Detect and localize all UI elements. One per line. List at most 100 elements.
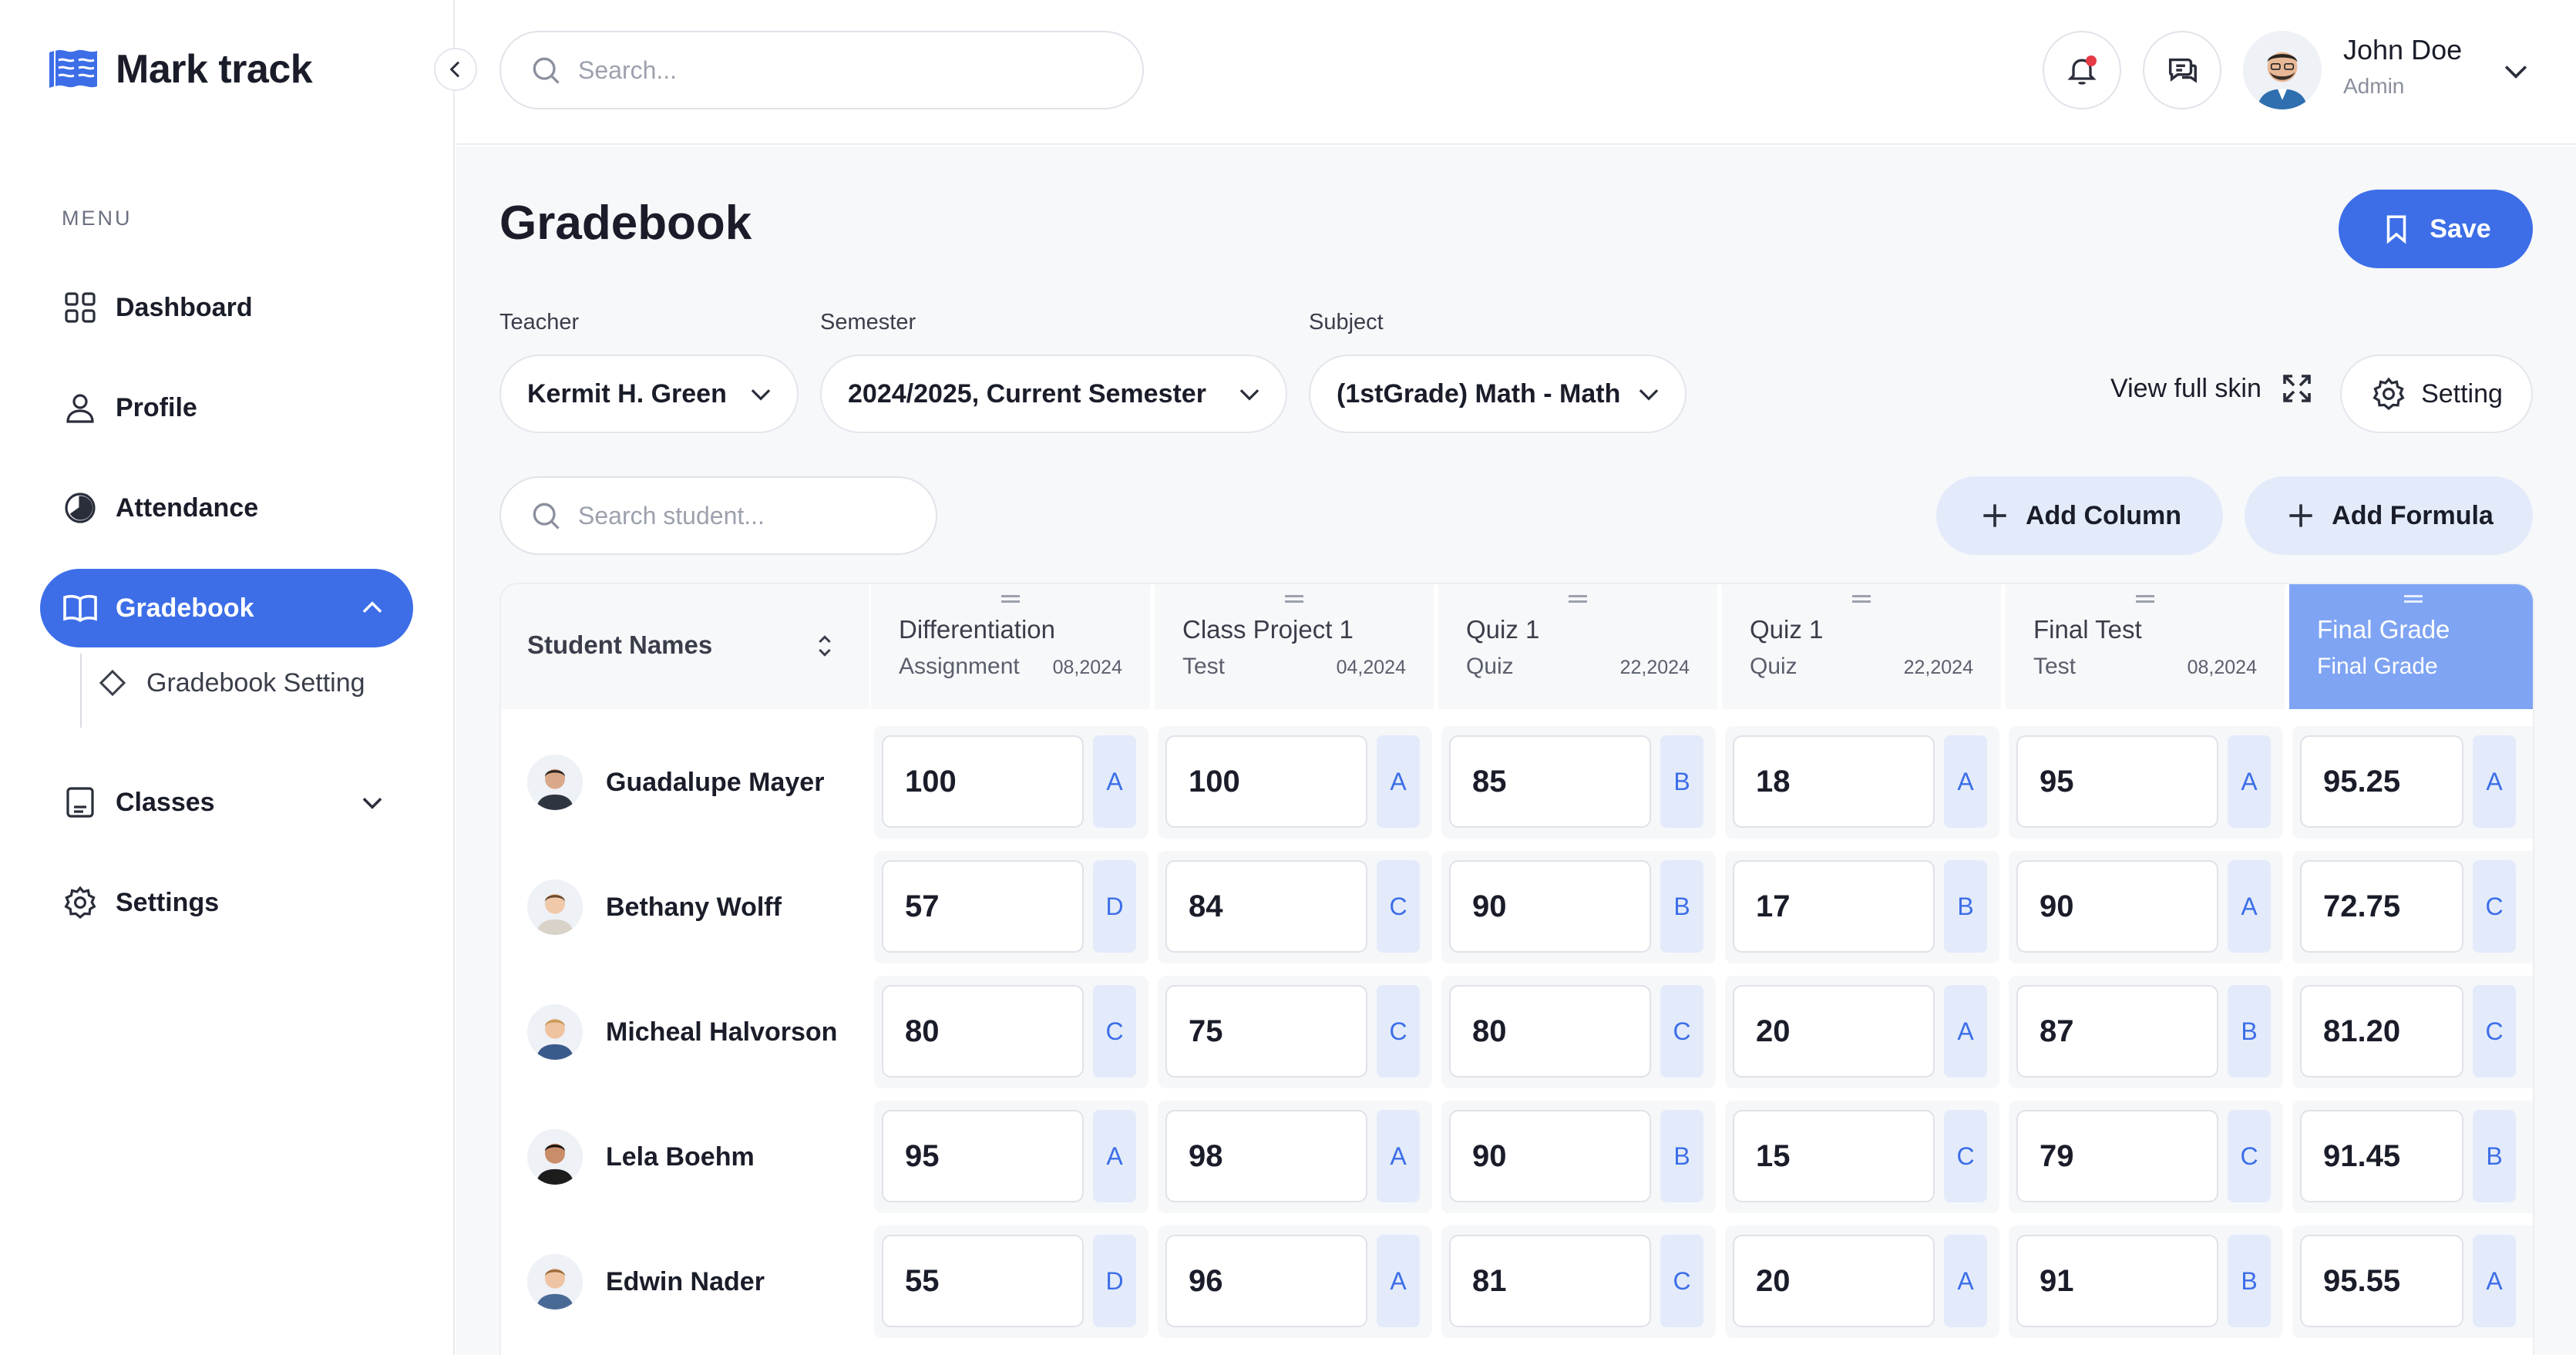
column-header-0[interactable]: Differentiation Assignment 08,2024 [871, 584, 1150, 709]
subject-select[interactable]: (1stGrade) Math - Math [1309, 355, 1687, 433]
user-avatar[interactable] [2243, 31, 2322, 109]
score-input[interactable]: 18 [1733, 735, 1935, 828]
column-header-1[interactable]: Class Project 1 Test 04,2024 [1155, 584, 1434, 709]
score-input[interactable]: 95.55 [2300, 1235, 2463, 1327]
notifications-button[interactable] [2043, 31, 2121, 109]
drag-handle-icon[interactable] [1285, 595, 1303, 603]
score-input[interactable]: 95.25 [2300, 735, 2463, 828]
sidebar-item-settings[interactable]: Settings [40, 863, 413, 942]
logo[interactable]: Mark track [48, 46, 313, 92]
save-button[interactable]: Save [2339, 190, 2533, 268]
drag-handle-icon[interactable] [1001, 595, 1020, 603]
sidebar-item-classes[interactable]: Classes [40, 763, 413, 842]
drag-handle-icon[interactable] [2136, 595, 2154, 603]
chevron-down-icon[interactable] [358, 788, 387, 817]
sidebar-subitem-gradebook-setting[interactable]: Gradebook Setting [97, 667, 365, 698]
score-input[interactable]: 75 [1165, 985, 1367, 1078]
drag-handle-icon[interactable] [1852, 595, 1871, 603]
letter-grade: A [1377, 1235, 1420, 1327]
sidebar: Mark track MENU Dashboard Profile Attend… [0, 0, 455, 1355]
score-input[interactable]: 90 [1449, 1110, 1651, 1202]
view-full-skin-button[interactable]: View full skin [2110, 370, 2315, 407]
score-input[interactable]: 95 [2016, 735, 2218, 828]
column-header-3[interactable]: Quiz 1 Quiz 22,2024 [1722, 584, 2001, 709]
student-names-header[interactable]: Student Names [501, 584, 869, 709]
setting-button[interactable]: Setting [2340, 355, 2533, 433]
student-cell[interactable]: Edwin Nader [501, 1219, 869, 1344]
sidebar-item-dashboard[interactable]: Dashboard [40, 268, 413, 347]
student-name: Guadalupe Mayer [606, 767, 825, 797]
score-input[interactable]: 72.75 [2300, 860, 2463, 953]
add-column-button[interactable]: Add Column [1936, 476, 2223, 555]
chevron-down-icon[interactable] [2499, 54, 2533, 88]
global-search[interactable] [499, 31, 1144, 109]
student-cell[interactable]: Micheal Halvorson [501, 970, 869, 1094]
letter-grade: A [1093, 1110, 1136, 1202]
score-input[interactable]: 90 [1449, 860, 1651, 953]
chevron-down-icon [1239, 389, 1259, 401]
score-input[interactable]: 20 [1733, 1235, 1935, 1327]
score-input[interactable]: 87 [2016, 985, 2218, 1078]
score-input[interactable]: 91 [2016, 1235, 2218, 1327]
score-input[interactable]: 100 [1165, 735, 1367, 828]
sidebar-item-gradebook[interactable]: Gradebook [40, 569, 413, 647]
score-input[interactable]: 80 [882, 985, 1084, 1078]
submenu-line [80, 654, 82, 728]
score-input[interactable]: 90 [2016, 860, 2218, 953]
sidebar-item-label: Classes [116, 787, 215, 817]
sidebar-item-profile[interactable]: Profile [40, 368, 413, 447]
drag-handle-icon[interactable] [1569, 595, 1587, 603]
teacher-value: Kermit H. Green [527, 378, 727, 409]
column-header-5[interactable]: Final Grade Final Grade [2289, 584, 2533, 709]
grade-cell: 80 C [1441, 976, 1716, 1088]
global-search-input[interactable] [578, 55, 1069, 85]
main-content: Gradebook Save Teacher Kermit H. Green S… [456, 146, 2576, 1355]
score-input[interactable]: 100 [882, 735, 1084, 828]
score-input[interactable]: 20 [1733, 985, 1935, 1078]
score-input[interactable]: 98 [1165, 1110, 1367, 1202]
student-cell[interactable]: Lela Boehm [501, 1094, 869, 1219]
score-input[interactable]: 17 [1733, 860, 1935, 953]
score-input[interactable]: 81 [1449, 1235, 1651, 1327]
avatar-image [527, 1129, 583, 1185]
score-input[interactable]: 79 [2016, 1110, 2218, 1202]
student-search[interactable] [499, 476, 937, 555]
student-avatar [527, 755, 583, 810]
grade-cell: 100 A [874, 726, 1148, 839]
score-input[interactable]: 91.45 [2300, 1110, 2463, 1202]
score-input[interactable]: 85 [1449, 735, 1651, 828]
column-header-4[interactable]: Final Test Test 08,2024 [2006, 584, 2285, 709]
score-input[interactable]: 95 [882, 1110, 1084, 1202]
student-cell[interactable]: Bethany Wolff [501, 845, 869, 970]
score-input[interactable]: 57 [882, 860, 1084, 953]
score-input[interactable]: 96 [1165, 1235, 1367, 1327]
grade-cell: 20 A [1725, 976, 1999, 1088]
chevron-up-icon[interactable] [358, 593, 387, 623]
column-header-2[interactable]: Quiz 1 Quiz 22,2024 [1438, 584, 1717, 709]
teacher-label: Teacher [499, 310, 580, 335]
score-input[interactable]: 80 [1449, 985, 1651, 1078]
student-cell[interactable]: Guadalupe Mayer [501, 720, 869, 845]
drag-handle-icon[interactable] [2404, 595, 2423, 603]
letter-grade: C [1093, 985, 1136, 1078]
score-input[interactable]: 84 [1165, 860, 1367, 953]
sidebar-collapse-button[interactable] [434, 48, 477, 91]
grade-cell: 55 D [874, 1226, 1148, 1338]
grade-cell: 80 C [874, 976, 1148, 1088]
letter-grade: B [1944, 860, 1987, 953]
sidebar-item-label: Attendance [116, 493, 259, 523]
sidebar-item-attendance[interactable]: Attendance [40, 469, 413, 547]
sidebar-subitem-label: Gradebook Setting [146, 667, 365, 698]
student-search-input[interactable] [578, 501, 904, 530]
messages-button[interactable] [2143, 31, 2221, 109]
score-input[interactable]: 55 [882, 1235, 1084, 1327]
teacher-select[interactable]: Kermit H. Green [499, 355, 799, 433]
score-input[interactable]: 15 [1733, 1110, 1935, 1202]
sort-icon[interactable] [809, 630, 840, 661]
add-formula-button[interactable]: Add Formula [2245, 476, 2533, 555]
letter-grade: C [1377, 860, 1420, 953]
chevron-down-icon [1639, 389, 1659, 401]
semester-select[interactable]: 2024/2025, Current Semester [820, 355, 1287, 433]
score-input[interactable]: 81.20 [2300, 985, 2463, 1078]
column-date: 22,2024 [1619, 657, 1690, 678]
